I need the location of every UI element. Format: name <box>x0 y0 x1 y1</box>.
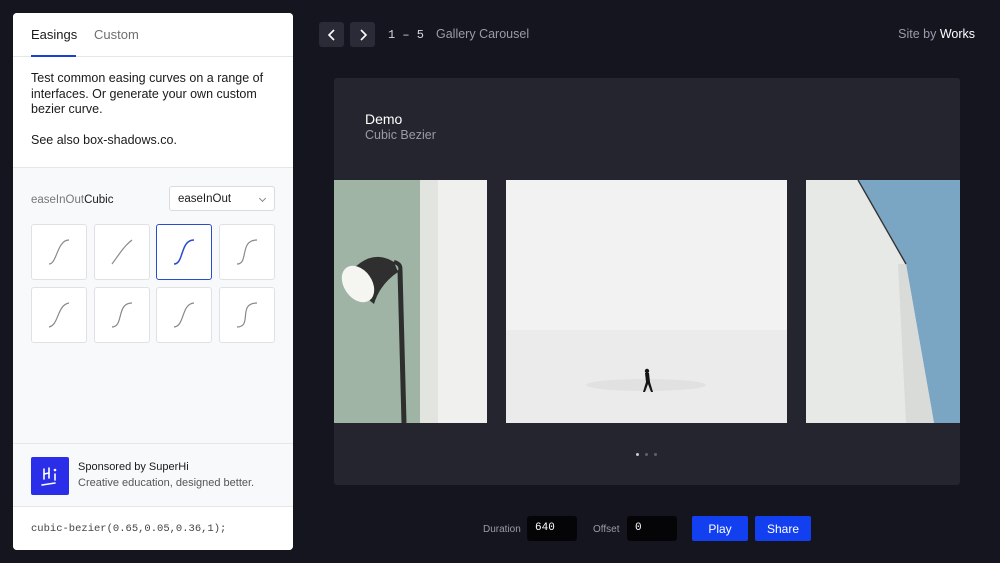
curve-icon <box>111 302 132 328</box>
carousel-slide-next[interactable] <box>806 180 960 423</box>
curve-icon <box>48 302 70 328</box>
duration-input[interactable]: 640 <box>527 516 577 541</box>
easing-selector: easeInOutCubic easeInOut <box>13 168 293 444</box>
chevron-left-icon <box>327 28 335 41</box>
curve-option[interactable] <box>218 287 275 343</box>
next-button[interactable] <box>350 22 375 47</box>
easing-name: easeInOutCubic <box>31 194 113 206</box>
chevron-down-icon <box>258 194 267 203</box>
superhi-logo <box>31 457 69 495</box>
pagination-dot[interactable] <box>645 453 648 456</box>
building-photo <box>806 180 960 423</box>
curve-option[interactable] <box>218 224 275 280</box>
easing-type-select[interactable]: easeInOut <box>169 186 275 211</box>
carousel-pagination <box>636 453 657 456</box>
lamp-photo <box>334 180 487 423</box>
pagination-dot[interactable] <box>654 453 657 456</box>
demo-name: Gallery Carousel <box>436 27 530 41</box>
pagination-dot-active[interactable] <box>636 453 639 456</box>
works-link[interactable]: Works <box>940 27 975 41</box>
curve-icon <box>173 239 195 265</box>
demo-title: Demo <box>365 111 403 127</box>
duration-label: Duration <box>483 524 521 535</box>
easing-name-prefix: easeInOut <box>31 194 85 206</box>
curve-icon <box>236 302 257 328</box>
offset-input[interactable]: 0 <box>627 516 677 541</box>
tab-easings[interactable]: Easings <box>31 27 77 42</box>
easing-name-suffix: Cubic <box>84 194 114 206</box>
intro-description: Test common easing curves on a range of … <box>31 71 264 116</box>
curve-icon <box>236 239 257 265</box>
see-also-link[interactable]: See also box-shadows.co. <box>31 133 275 149</box>
demo-subtitle: Cubic Bezier <box>365 128 436 142</box>
offset-label: Offset <box>593 524 620 535</box>
curve-option[interactable] <box>93 287 150 343</box>
play-button[interactable]: Play <box>692 516 748 541</box>
prev-button[interactable] <box>319 22 344 47</box>
carousel-slide-previous[interactable] <box>334 180 487 423</box>
curve-icon <box>48 239 70 265</box>
demo-card: Demo Cubic Bezier <box>334 78 960 485</box>
intro-section: Test common easing curves on a range of … <box>13 57 293 168</box>
curve-option[interactable] <box>156 287 212 343</box>
curve-icon <box>111 239 132 265</box>
chevron-right-icon <box>359 28 367 41</box>
curve-option-active[interactable] <box>156 224 212 280</box>
active-tab-indicator <box>31 55 76 57</box>
tab-bar: Easings Custom <box>13 13 293 57</box>
curve-icon <box>173 302 195 328</box>
curve-option[interactable] <box>31 224 87 280</box>
tab-custom[interactable]: Custom <box>94 27 139 42</box>
demo-counter: 1 – 5 <box>388 28 425 42</box>
curve-option[interactable] <box>31 287 87 343</box>
curve-option[interactable] <box>93 224 150 280</box>
snow-walker-photo <box>506 180 787 423</box>
site-credit: Site by Works <box>898 27 975 41</box>
sponsor-banner[interactable]: Sponsored by SuperHi Creative education,… <box>13 443 293 506</box>
sponsor-subtitle: Creative education, designed better. <box>78 477 255 489</box>
superhi-logo-mark <box>41 467 57 486</box>
easings-panel: Easings Custom Test common easing curves… <box>13 13 293 550</box>
easing-type-value: easeInOut <box>178 193 232 205</box>
carousel-slide-active[interactable] <box>506 180 787 423</box>
bezier-code-output[interactable]: cubic-bezier(0.65,0.05,0.36,1); <box>13 506 293 550</box>
curve-grid <box>31 224 275 343</box>
sponsor-title: Sponsored by SuperHi <box>78 461 189 473</box>
site-credit-prefix: Site by <box>898 27 937 41</box>
share-button[interactable]: Share <box>755 516 811 541</box>
